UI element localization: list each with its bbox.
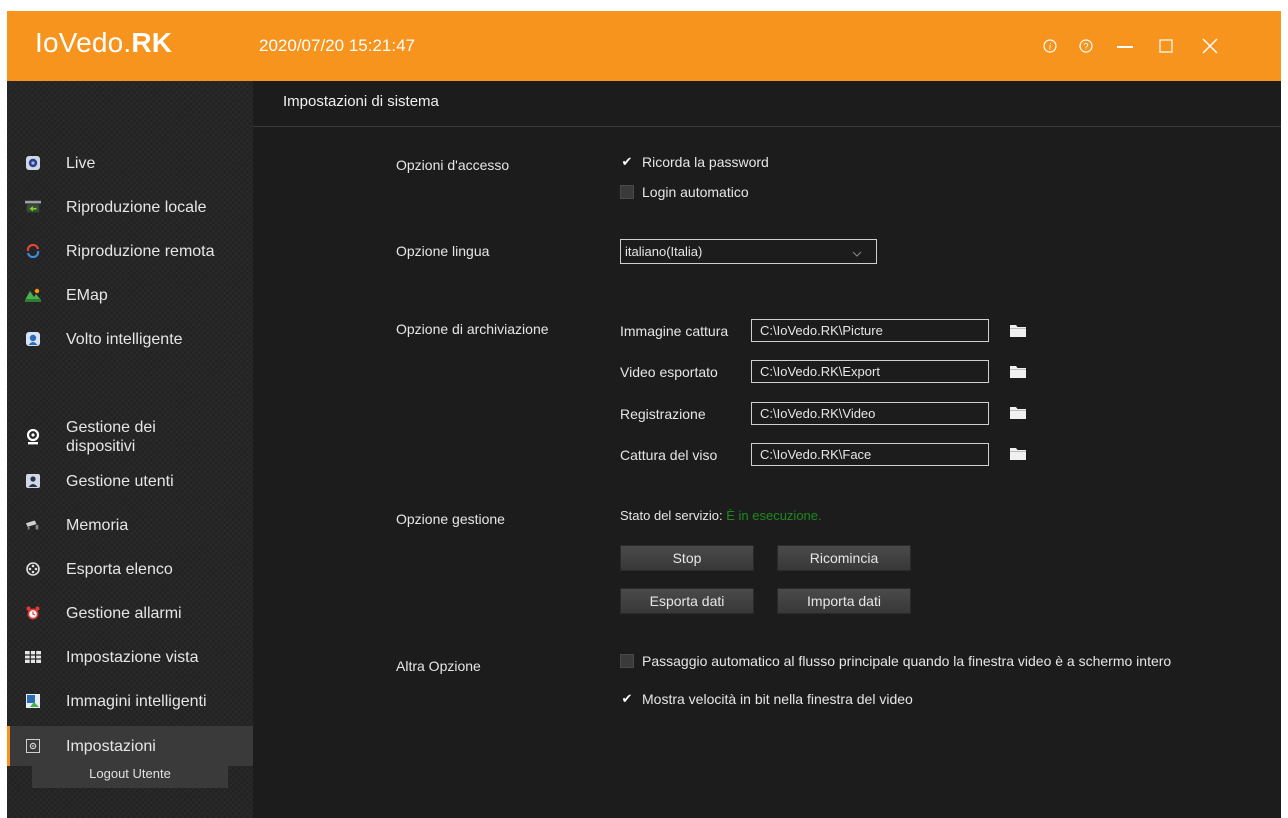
live-icon (25, 155, 41, 171)
import-data-button[interactable]: Importa dati (777, 588, 911, 614)
grid-icon (25, 649, 41, 665)
show-bitrate-option[interactable]: ✔ Mostra velocità in bit nella finestra … (620, 691, 913, 707)
other-option-label: Altra Opzione (396, 658, 481, 674)
minimize-icon[interactable] (1112, 33, 1138, 59)
datetime: 2020/07/20 15:21:47 (259, 36, 415, 55)
sidebar-item-user-management[interactable]: Gestione utenti (7, 462, 253, 500)
film-icon (25, 561, 41, 577)
info-icon[interactable]: i (1039, 33, 1061, 59)
app-window: IoVedo.RK 2020/07/20 15:21:47 i ? Live R… (7, 11, 1281, 818)
capture-image-path-input[interactable]: C:\IoVedo.RK\Picture (751, 319, 989, 342)
svg-text:?: ? (1083, 42, 1088, 52)
folder-icon[interactable] (1010, 447, 1026, 460)
face-capture-label: Cattura del viso (620, 447, 718, 463)
auto-login-option[interactable]: Login automatico (620, 184, 749, 200)
recording-label: Registrazione (620, 406, 706, 422)
restart-button[interactable]: Ricomincia (777, 545, 911, 571)
sidebar-item-memory[interactable]: Memoria (7, 506, 253, 544)
sidebar-item-emap[interactable]: EMap (7, 276, 253, 314)
alarm-icon (25, 605, 41, 621)
local-playback-icon (25, 199, 41, 215)
sidebar-item-live[interactable]: Live (7, 144, 253, 182)
access-options-label: Opzioni d'accesso (396, 157, 510, 173)
sidebar-item-view-settings[interactable]: Impostazione vista (7, 638, 253, 676)
sidebar-item-export-list[interactable]: Esporta elenco (7, 550, 253, 588)
memory-icon (25, 517, 41, 533)
recording-path-input[interactable]: C:\IoVedo.RK\Video (751, 402, 989, 425)
export-data-button[interactable]: Esporta dati (620, 588, 754, 614)
title-bar: IoVedo.RK 2020/07/20 15:21:47 i ? (7, 11, 1281, 81)
auto-switch-checkbox[interactable] (620, 654, 634, 668)
sidebar-item-device-management[interactable]: Gestione dei dispositivi (7, 414, 253, 460)
capture-image-label: Immagine cattura (620, 323, 729, 339)
maximize-icon[interactable] (1153, 33, 1179, 59)
folder-icon[interactable] (1010, 324, 1026, 337)
app-logo: IoVedo.RK (35, 27, 173, 58)
folder-icon[interactable] (1010, 406, 1026, 419)
settings-icon (25, 738, 41, 754)
sidebar-item-smart-images[interactable]: Immagini intelligenti (7, 682, 253, 720)
settings-panel: Impostazioni di sistema Opzioni d'access… (253, 81, 1281, 818)
camera-icon (25, 429, 41, 445)
remote-playback-icon (25, 243, 41, 259)
face-capture-path-input[interactable]: C:\IoVedo.RK\Face (751, 443, 989, 466)
chevron-down-icon (852, 246, 862, 261)
page-title: Impostazioni di sistema (283, 93, 439, 110)
auto-switch-main-stream-option[interactable]: Passaggio automatico al flusso principal… (620, 653, 1171, 669)
sidebar-item-local-playback[interactable]: Riproduzione locale (7, 188, 253, 226)
folder-icon[interactable] (1010, 365, 1026, 378)
exported-video-label: Video esportato (620, 364, 718, 380)
management-option-label: Opzione gestione (396, 511, 505, 527)
sidebar-item-smart-face[interactable]: Volto intelligente (7, 320, 253, 358)
sidebar: Live Riproduzione locale Riproduzione re… (7, 81, 253, 818)
service-status: Stato del servizio: È in esecuzione. (620, 508, 822, 523)
language-select[interactable]: italiano(Italia) (620, 239, 877, 264)
close-icon[interactable] (1195, 33, 1225, 59)
logout-button[interactable]: Logout Utente (32, 758, 228, 788)
sidebar-item-alarm-management[interactable]: Gestione allarmi (7, 594, 253, 632)
help-icon[interactable]: ? (1075, 33, 1097, 59)
map-icon (25, 287, 41, 303)
remember-password-option[interactable]: ✔ Ricorda la password (620, 154, 769, 170)
show-bitrate-checkbox[interactable]: ✔ (620, 691, 634, 706)
face-icon (25, 331, 41, 347)
auto-login-checkbox[interactable] (620, 185, 634, 199)
status-badge: È in esecuzione. (726, 508, 822, 523)
storage-option-label: Opzione di archiviazione (396, 321, 549, 337)
language-option-label: Opzione lingua (396, 243, 490, 259)
svg-text:i: i (1049, 42, 1052, 52)
user-icon (25, 473, 41, 489)
stop-button[interactable]: Stop (620, 545, 754, 571)
sidebar-item-remote-playback[interactable]: Riproduzione remota (7, 232, 253, 270)
remember-password-checkbox[interactable]: ✔ (620, 154, 634, 169)
divider (253, 126, 1281, 127)
image-icon (25, 693, 41, 709)
exported-video-path-input[interactable]: C:\IoVedo.RK\Export (751, 360, 989, 383)
